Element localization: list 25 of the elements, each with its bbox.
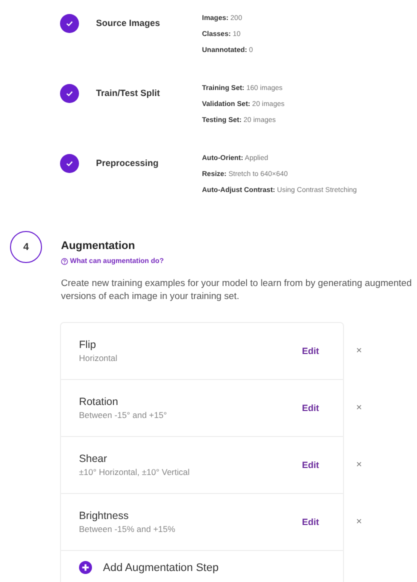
remove-button[interactable]: × <box>354 460 364 470</box>
edit-button[interactable]: Edit <box>298 401 323 415</box>
add-step-button[interactable]: Add Augmentation Step <box>61 551 237 582</box>
augmentation-setting: ±10° Horizontal, ±10° Vertical <box>79 467 191 477</box>
step-title: Train/Test Split <box>96 88 161 98</box>
remove-button[interactable]: × <box>354 346 364 356</box>
description-text: Create new training examples for your model to learn from by generating augmented versions of each image in your training set. <box>61 276 413 302</box>
edit-button[interactable]: Edit <box>298 515 323 529</box>
step-title: Preprocessing <box>96 158 160 168</box>
augmentation-setting: Between -15° and +15° <box>79 410 168 420</box>
augmentation-name: Shear <box>79 453 108 465</box>
plus-icon <box>79 561 92 574</box>
step-title: Augmentation <box>61 240 136 252</box>
question-icon <box>61 258 68 265</box>
remove-button[interactable]: × <box>354 516 364 528</box>
remove-button[interactable]: × <box>354 402 364 414</box>
augmentation-setting: Horizontal <box>79 353 118 363</box>
augmentation-name: Rotation <box>79 396 120 408</box>
edit-button[interactable]: Edit <box>298 344 323 358</box>
step-number: 4 <box>10 231 42 263</box>
augmentation-name: Flip <box>79 339 97 351</box>
augmentation-setting: Between -15% and +15% <box>79 524 176 534</box>
step-title: Source Images <box>96 18 162 28</box>
edit-button[interactable]: Edit <box>298 458 323 472</box>
augmentation-name: Brightness <box>79 510 130 522</box>
